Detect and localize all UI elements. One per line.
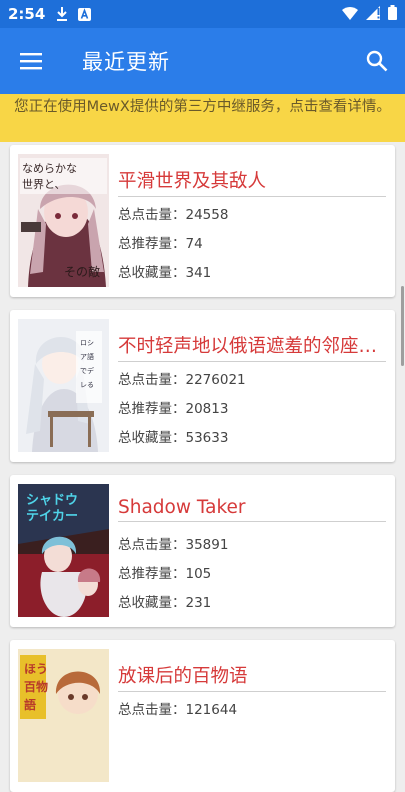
- novel-title[interactable]: 平滑世界及其敌人: [118, 167, 386, 197]
- total-clicks: 总点击量：121644: [118, 702, 238, 718]
- total-clicks: 总点击量：24558: [118, 207, 229, 223]
- page-title: 最近更新: [82, 50, 170, 74]
- total-recommends: 总推荐量：74: [118, 236, 203, 252]
- svg-text:レる: レる: [80, 381, 94, 389]
- relay-service-banner[interactable]: 您正在使用MewX提供的第三方中继服务，点击查看详情。: [0, 94, 405, 142]
- svg-text:ほう: ほう: [24, 662, 48, 676]
- wifi-icon: [342, 5, 358, 24]
- menu-button[interactable]: [0, 28, 62, 94]
- total-clicks: 总点击量：2276021: [118, 372, 246, 388]
- svg-text:その敵: その敵: [64, 264, 100, 279]
- svg-text:ロシ: ロシ: [80, 339, 94, 347]
- novel-card[interactable]: ロシ ア語 でデ レる 不时轻声地以俄语遮羞的邻座艾莉同学 总点击量：22760…: [10, 310, 395, 462]
- svg-text:世界と、: 世界と、: [22, 178, 66, 191]
- novel-title[interactable]: 放课后的百物语: [118, 662, 386, 692]
- novel-title[interactable]: 不时轻声地以俄语遮羞的邻座艾莉同学: [118, 332, 386, 362]
- svg-text:なめらかな: なめらかな: [22, 162, 77, 175]
- svg-text:語: 語: [24, 697, 36, 712]
- total-recommends: 总推荐量：105: [118, 566, 212, 582]
- search-button[interactable]: [349, 28, 405, 94]
- app-notification-icon: [77, 7, 91, 21]
- status-bar: 2:54: [0, 0, 405, 28]
- svg-text:テイカー: テイカー: [26, 509, 78, 524]
- download-icon: [55, 7, 69, 21]
- svg-text:でデ: でデ: [80, 366, 94, 375]
- novel-title[interactable]: Shadow Taker: [118, 497, 386, 522]
- novel-cover-image: ほう 百物 語: [18, 649, 109, 782]
- total-recommends: 总推荐量：20813: [118, 401, 229, 417]
- novel-cover-image: シャドウ テイカー: [18, 484, 109, 617]
- cellular-icon: [366, 5, 380, 24]
- novel-cover-image: ロシ ア語 でデ レる: [18, 319, 109, 452]
- app-bar: 最近更新: [0, 28, 405, 94]
- hamburger-menu-icon: [20, 53, 42, 70]
- svg-text:百物: 百物: [24, 679, 48, 694]
- total-favorites: 总收藏量：231: [118, 595, 212, 611]
- svg-text:ア語: ア語: [80, 352, 94, 361]
- svg-text:シャドウ: シャドウ: [26, 493, 78, 508]
- search-icon: [366, 50, 388, 72]
- scrollbar[interactable]: [401, 286, 404, 366]
- battery-icon: [388, 4, 397, 24]
- total-clicks: 总点击量：35891: [118, 537, 229, 553]
- novel-card[interactable]: なめらかな 世界と、 その敵 平滑世界及其敌人 总点击量：24558 总推荐量：…: [10, 145, 395, 297]
- total-favorites: 总收藏量：341: [118, 265, 212, 281]
- novel-cover-image: なめらかな 世界と、 その敵: [18, 154, 109, 287]
- total-favorites: 总收藏量：53633: [118, 430, 229, 446]
- novel-card[interactable]: ほう 百物 語 放课后的百物语 总点击量：121644: [10, 640, 395, 792]
- novel-card[interactable]: シャドウ テイカー Shadow Taker 总点击量：35891 总推荐量：1…: [10, 475, 395, 627]
- status-time: 2:54: [8, 5, 46, 23]
